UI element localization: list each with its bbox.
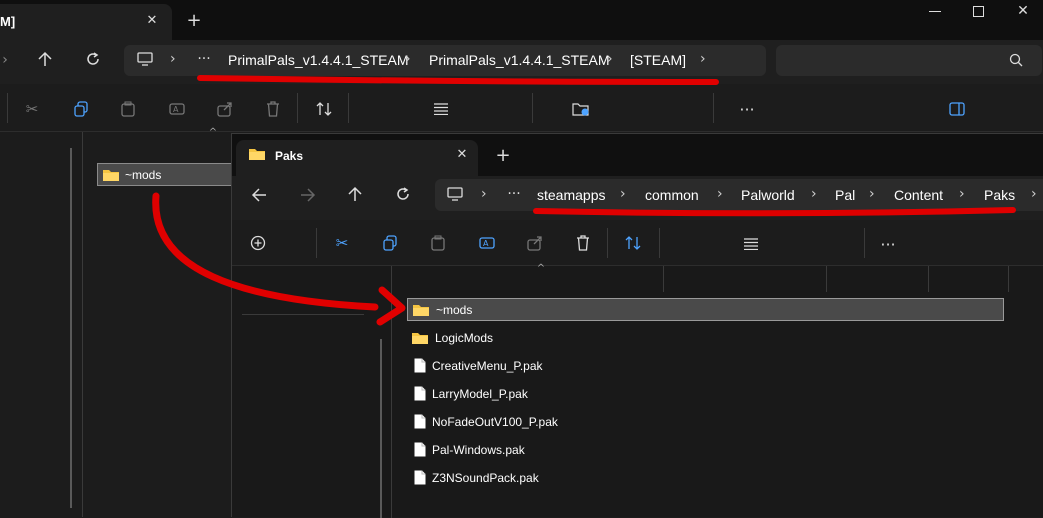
underline-annotation-back: [197, 75, 719, 85]
drag-arrow-annotation: [152, 192, 379, 311]
annotation-overlay: [152, 75, 1016, 326]
arrow-head-icon: [376, 286, 406, 326]
underline-annotation-front: [533, 207, 1016, 217]
